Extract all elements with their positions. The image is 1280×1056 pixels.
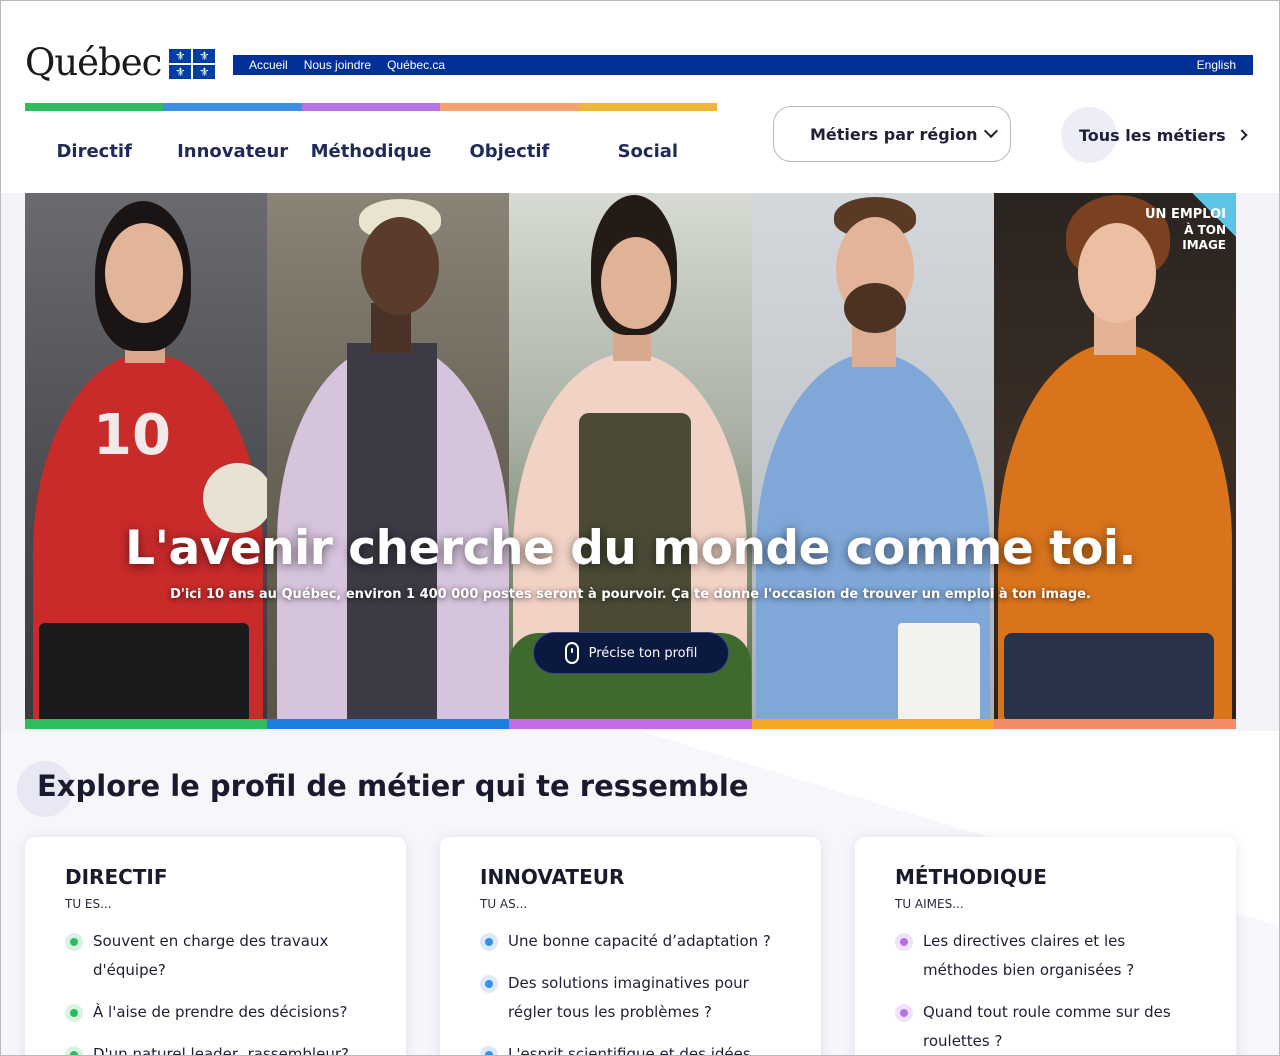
hero-portrait-nurse [751,193,994,719]
region-select[interactable]: Métiers par région [773,106,1011,162]
card-title: DIRECTIF [65,865,168,889]
chevron-down-icon [983,123,999,139]
bullet-dot-icon [895,1004,913,1022]
card-title: INNOVATEUR [480,865,625,889]
badge-line-2: À TON IMAGE [1182,223,1227,252]
color-segment [578,103,718,111]
list-item: Les directives claires et les méthodes b… [895,927,1196,985]
color-segment [163,103,302,111]
hero-portrait-athlete: 10 [25,193,268,719]
profile-card-directif[interactable]: DIRECTIF TU ES... Souvent en charge des … [25,837,406,1055]
topbar-link-accueil[interactable]: Accueil [249,58,288,72]
color-segment [440,103,579,111]
quebec-flag-icon: ⚜ ⚜ ⚜ ⚜ [169,49,216,79]
badge-line-1: UN EMPLOI [1145,207,1227,222]
topbar-link-nous-joindre[interactable]: Nous joindre [304,58,371,72]
color-segment [993,719,1237,729]
card-title: MÉTHODIQUE [895,865,1047,889]
nav-color-strip [25,103,718,111]
nav-item-innovateur[interactable]: Innovateur [163,135,301,169]
list-item: Une bonne capacité d’adaptation ? [480,927,781,956]
hero-title: L'avenir cherche du monde comme toi. [125,521,1136,576]
list-item: L'esprit scientifique et des idées [480,1040,781,1055]
list-item: Quand tout roule comme sur des roulettes… [895,998,1196,1055]
topbar-link-quebec-ca[interactable]: Québec.ca [387,58,445,72]
all-jobs-label: Tous les métiers [1079,125,1226,145]
bullet-dot-icon [65,1046,83,1055]
region-select-label: Métiers par région [810,124,978,144]
nav-item-methodique[interactable]: Méthodique [302,135,440,169]
card-question-list: Une bonne capacité d’adaptation ? Des so… [480,927,781,1055]
list-item: Des solutions imaginatives pour régler t… [480,969,781,1027]
nav-item-social[interactable]: Social [579,135,717,169]
all-jobs-link[interactable]: Tous les métiers [1061,107,1248,163]
page-frame: Québec ⚜ ⚜ ⚜ ⚜ Accueil Nous joindre Québec.… [0,0,1280,1056]
quebec-logo[interactable]: Québec ⚜ ⚜ ⚜ ⚜ [25,40,216,84]
nav-item-directif[interactable]: Directif [25,135,163,169]
bullet-dot-icon [895,933,913,951]
hero-color-strip [25,719,1237,729]
language-toggle[interactable]: English [1197,58,1236,72]
color-segment [25,103,164,111]
bullet-dot-icon [65,933,83,951]
top-utility-bar: Accueil Nous joindre Québec.ca English [233,55,1253,75]
precise-profile-button[interactable]: Précise ton profil [533,632,729,674]
jersey-number: 10 [93,403,171,468]
bullet-dot-icon [480,975,498,993]
bullet-dot-icon [480,1046,498,1055]
card-subtitle: TU AIMES... [895,897,964,911]
mouse-scroll-icon [564,642,579,664]
hero-portrait-student [267,193,510,719]
profile-nav: Directif Innovateur Méthodique Objectif … [25,135,717,169]
nav-item-objectif[interactable]: Objectif [440,135,578,169]
logo-wordmark: Québec [25,40,162,84]
un-emploi-badge: UN EMPLOI À TON IMAGE [1144,193,1236,252]
list-item: À l'aise de prendre des décisions? [65,998,366,1027]
card-question-list: Souvent en charge des travaux d'équipe? … [65,927,366,1055]
profile-card-innovateur[interactable]: INNOVATEUR TU AS... Une bonne capacité d… [440,837,821,1055]
color-segment [509,719,752,729]
color-segment [25,719,268,729]
bullet-dot-icon [65,1004,83,1022]
color-segment [301,103,441,111]
hero-portrait-musician: UN EMPLOI À TON IMAGE [993,193,1236,719]
list-item: Souvent en charge des travaux d'équipe? [65,927,366,985]
card-subtitle: TU ES... [65,897,112,911]
card-subtitle: TU AS... [480,897,528,911]
color-segment [267,719,510,729]
explore-section-title: Explore le profil de métier qui te resse… [37,769,749,803]
hero-subtitle: D'ici 10 ans au Québec, environ 1 400 00… [170,587,1091,602]
profile-card-methodique[interactable]: MÉTHODIQUE TU AIMES... Les directives cl… [855,837,1236,1055]
color-segment [751,719,994,729]
precise-profile-label: Précise ton profil [588,645,698,661]
chevron-right-icon [1235,129,1248,141]
list-item: D'un naturel leader, rassembleur? [65,1040,366,1055]
bullet-dot-icon [480,933,498,951]
card-question-list: Les directives claires et les méthodes b… [895,927,1196,1055]
